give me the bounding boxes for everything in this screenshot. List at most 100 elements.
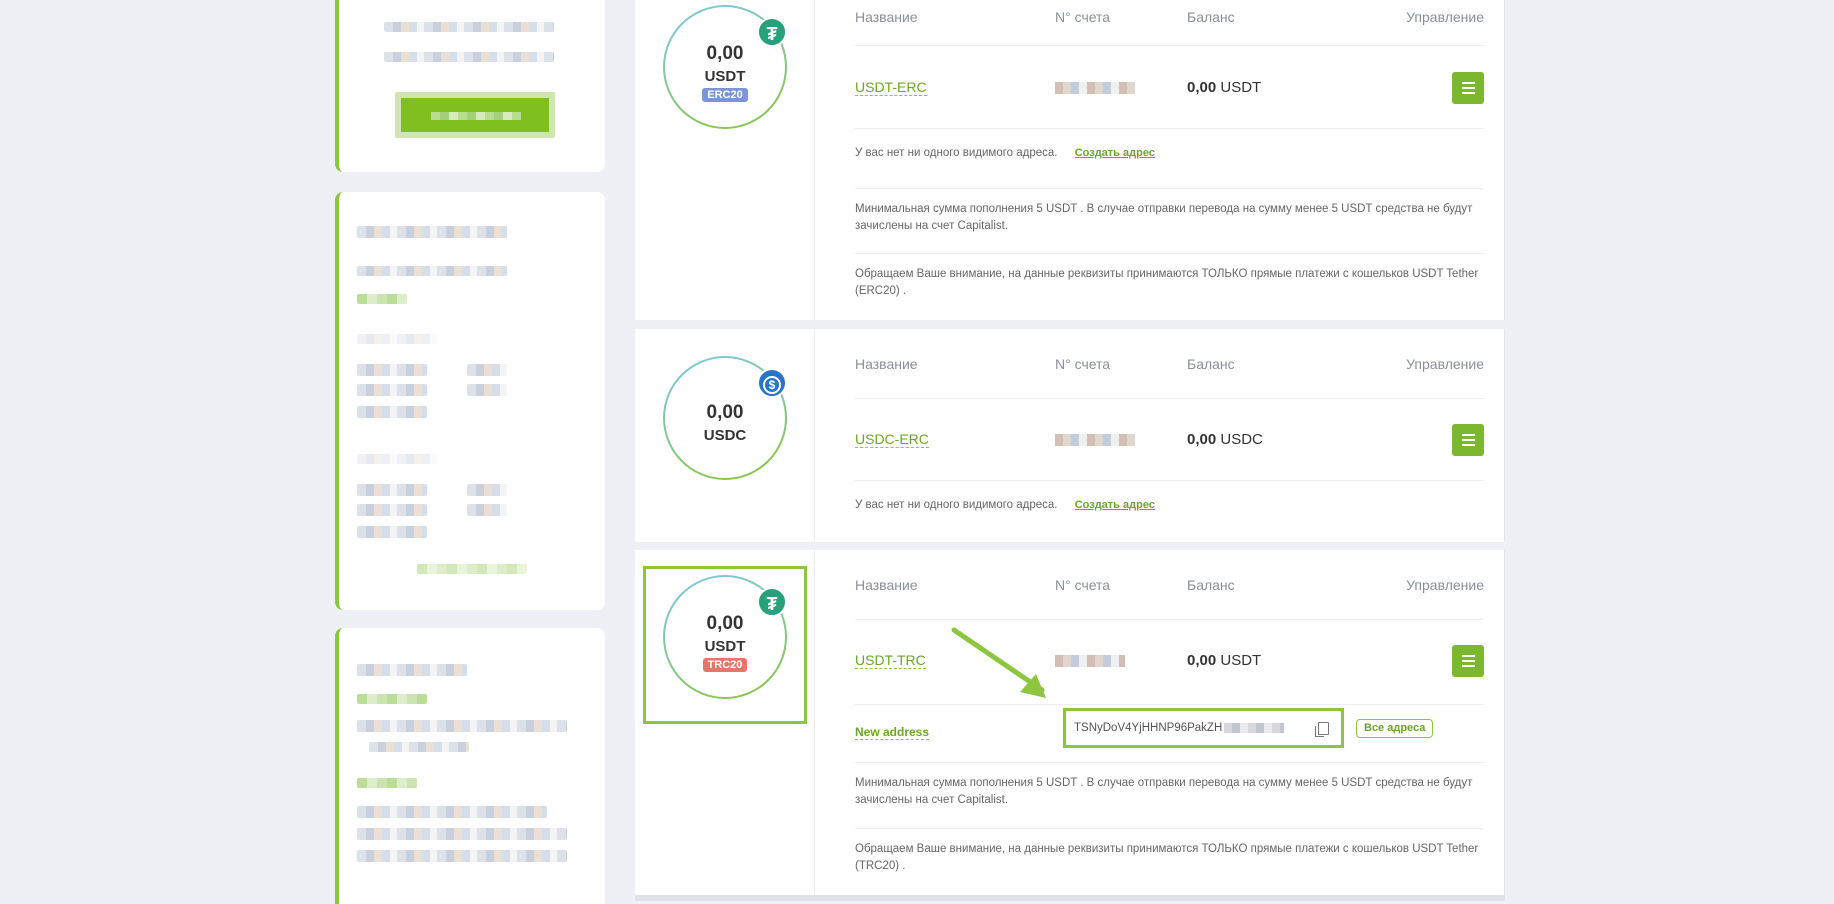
account-number-blurred xyxy=(1055,82,1135,94)
blurred-action-button[interactable] xyxy=(395,92,555,138)
blurred-text xyxy=(357,504,427,516)
balance-currency: USDT xyxy=(1220,652,1262,669)
header-control: Управление xyxy=(1406,8,1484,25)
blurred-text xyxy=(384,52,554,62)
copy-icon[interactable] xyxy=(1315,722,1329,737)
circle-amount: 0,00 xyxy=(706,402,744,423)
blurred-text xyxy=(467,384,507,396)
balance-value: 0,00 xyxy=(1187,431,1217,448)
annotation-arrow-icon xyxy=(951,627,1046,698)
create-address-link[interactable]: Создать адрес xyxy=(1075,147,1155,159)
blurred-text xyxy=(357,294,407,304)
blurred-text xyxy=(357,828,567,840)
header-control: Управление xyxy=(1406,576,1484,593)
table-row: USDC-ERC 0,00 USDC xyxy=(855,399,1484,481)
balance-currency: USDC xyxy=(1220,431,1263,448)
attention-note: Обращаем Ваше внимание, на данные реквиз… xyxy=(855,268,1479,297)
account-number-blurred xyxy=(1055,434,1135,446)
blurred-text xyxy=(357,778,417,788)
header-account: N° счета xyxy=(1055,576,1111,593)
balance-currency: USDT xyxy=(1220,79,1262,96)
balance-circle: ₮ 0,00 USDT ERC20 xyxy=(663,5,787,129)
blurred-text xyxy=(369,742,469,752)
wallet-summary: $ 0,00 USDC xyxy=(635,329,815,542)
wallet-balance: 0,00 USDC xyxy=(1187,431,1263,448)
wallet-menu-button[interactable] xyxy=(1452,645,1484,677)
wallet-menu-button[interactable] xyxy=(1452,424,1484,456)
blurred-text xyxy=(357,364,427,376)
no-address-row: У вас нет ни одного видимого адреса. Соз… xyxy=(855,129,1484,189)
sidebar-card-bottom xyxy=(335,628,605,904)
circle-currency: USDT xyxy=(704,638,746,655)
balance-value: 0,00 xyxy=(1187,652,1217,669)
blurred-link[interactable] xyxy=(417,564,527,574)
header-balance: Баланс xyxy=(1187,8,1235,25)
new-address-label[interactable]: New address xyxy=(855,725,930,740)
table-header: Название N° счета Баланс Управление xyxy=(855,0,1484,46)
wallet-summary: ₮ 0,00 USDT ERC20 xyxy=(635,0,815,320)
blurred-text xyxy=(357,806,547,818)
sidebar-card-middle xyxy=(335,192,605,610)
address-field[interactable]: TSNyDoV4YjHHNP96PakZH xyxy=(1063,708,1344,748)
wallet-block-usdc-erc: $ 0,00 USDC Название N° счета Баланс Упр… xyxy=(635,329,1505,542)
table-header: Название N° счета Баланс Управление xyxy=(855,550,1484,620)
usdc-icon: $ xyxy=(757,368,787,398)
tether-icon: ₮ xyxy=(757,17,787,47)
all-addresses-button[interactable]: Все адреса xyxy=(1356,719,1434,738)
wallet-name-link[interactable]: USDC-ERC xyxy=(855,431,929,448)
wallet-name-link[interactable]: USDT-TRC xyxy=(855,652,926,669)
header-balance: Баланс xyxy=(1187,355,1235,372)
hamburger-menu-icon xyxy=(1461,434,1475,436)
wallet-block-usdt-erc: ₮ 0,00 USDT ERC20 Название N° счета Бала… xyxy=(635,0,1505,320)
header-account: N° счета xyxy=(1055,8,1111,25)
no-address-text: У вас нет ни одного видимого адреса. xyxy=(855,147,1058,159)
no-address-row: У вас нет ни одного видимого адреса. Соз… xyxy=(855,481,1484,542)
blurred-text xyxy=(357,266,507,276)
address-text: TSNyDoV4YjHHNP96PakZH xyxy=(1074,722,1223,734)
blurred-text xyxy=(357,384,427,396)
header-name: Название xyxy=(855,576,918,593)
address-row: New address TSNyDoV4YjHHNP96PakZH Все ад… xyxy=(855,705,1484,763)
no-address-text: У вас нет ни одного видимого адреса. xyxy=(855,499,1058,511)
blurred-text xyxy=(467,504,507,516)
attention-note: Обращаем Ваше внимание, на данные реквиз… xyxy=(855,843,1479,872)
min-deposit-note: Минимальная сумма пополнения 5 USDT . В … xyxy=(855,189,1484,254)
sidebar-card-top xyxy=(335,0,605,172)
header-account: N° счета xyxy=(1055,355,1111,372)
address-blurred-tail xyxy=(1224,723,1285,733)
blurred-text xyxy=(357,850,567,862)
tether-icon: ₮ xyxy=(757,587,787,617)
header-balance: Баланс xyxy=(1187,576,1235,593)
wallet-block-usdt-trc: ₮ 0,00 USDT TRC20 Название N° счета Бала… xyxy=(635,550,1505,895)
wallet-summary: ₮ 0,00 USDT TRC20 xyxy=(635,550,815,895)
min-deposit-note: Минимальная сумма пополнения 5 USDT . В … xyxy=(855,763,1484,829)
wallet-name-link[interactable]: USDT-ERC xyxy=(855,79,927,96)
blurred-text xyxy=(357,694,427,704)
wallet-balance: 0,00 USDT xyxy=(1187,79,1261,96)
blurred-text xyxy=(357,226,507,238)
network-tag: ERC20 xyxy=(702,88,748,102)
wallet-menu-button[interactable] xyxy=(1452,72,1484,104)
create-address-link[interactable]: Создать адрес xyxy=(1075,499,1155,511)
bottom-divider xyxy=(635,895,1505,901)
blurred-text xyxy=(357,454,437,464)
hamburger-menu-icon xyxy=(1461,82,1475,84)
balance-circle: $ 0,00 USDC xyxy=(663,356,787,480)
header-name: Название xyxy=(855,355,918,372)
balance-value: 0,00 xyxy=(1187,79,1217,96)
table-row: USDT-ERC 0,00 USDT xyxy=(855,47,1484,129)
header-control: Управление xyxy=(1406,355,1484,372)
blurred-text xyxy=(384,22,554,32)
balance-circle: ₮ 0,00 USDT TRC20 xyxy=(663,575,787,699)
blurred-text xyxy=(357,526,427,538)
blurred-text xyxy=(357,484,427,496)
blurred-text xyxy=(467,484,507,496)
blurred-text xyxy=(357,720,567,732)
blurred-text xyxy=(357,334,437,344)
wallets-panel: ₮ 0,00 USDT ERC20 Название N° счета Бала… xyxy=(635,0,1505,904)
blurred-text xyxy=(357,406,427,418)
network-tag: TRC20 xyxy=(702,658,748,672)
circle-currency: USDT xyxy=(704,68,746,85)
hamburger-menu-icon xyxy=(1461,655,1475,657)
blurred-text xyxy=(467,364,507,376)
